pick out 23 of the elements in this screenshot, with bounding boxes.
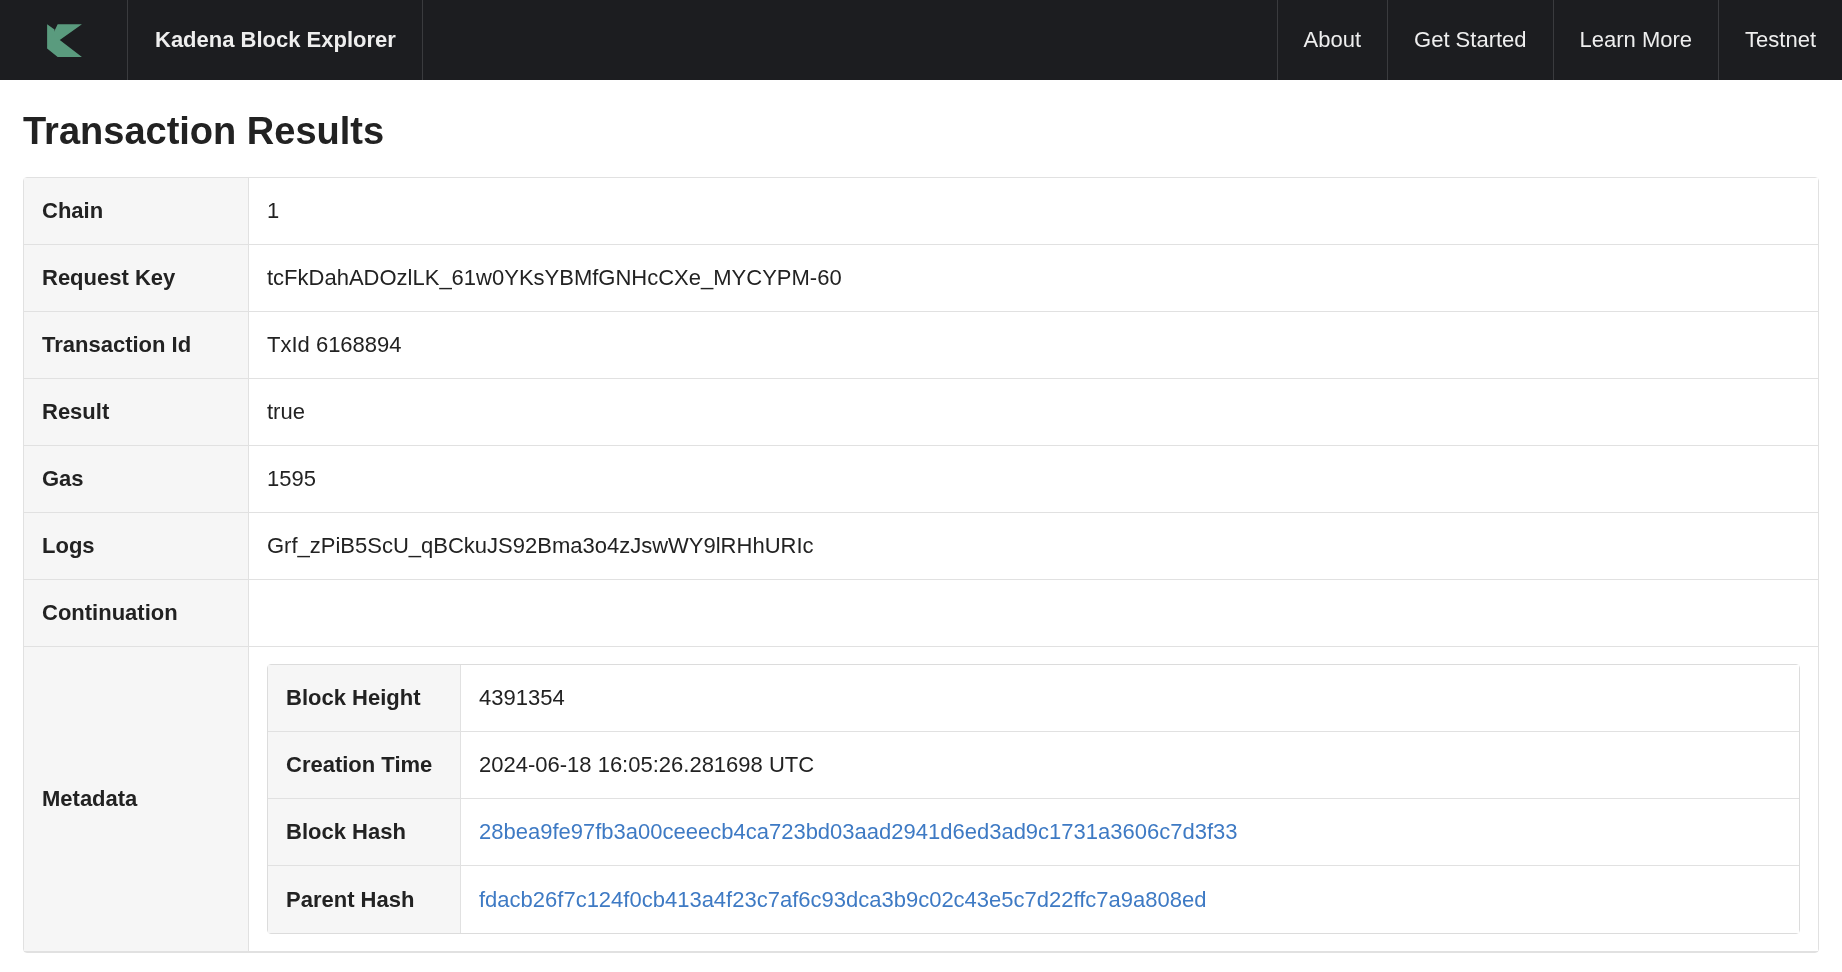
table-header-cell: Logs bbox=[24, 513, 249, 580]
table-cell: 1 bbox=[249, 178, 1818, 245]
table-header-cell: Transaction Id bbox=[24, 312, 249, 379]
hash-link[interactable]: 28bea9fe97fb3a00ceeecb4ca723bd03aad2941d6ed3ad9c1731a3606c7d3f33 bbox=[479, 819, 1238, 844]
table-header-cell: Metadata bbox=[24, 647, 249, 952]
table-header-cell: Chain bbox=[24, 178, 249, 245]
table-header-cell: Result bbox=[24, 379, 249, 446]
table-header-cell: Parent Hash bbox=[268, 866, 461, 933]
logo-icon[interactable] bbox=[44, 21, 83, 59]
table-header-cell: Block Hash bbox=[268, 799, 461, 866]
nav-link[interactable]: Learn More bbox=[1552, 0, 1719, 80]
page-title: Transaction Results bbox=[23, 110, 386, 153]
table-cell: 4391354 bbox=[461, 665, 1799, 732]
table-header-cell: Creation Time bbox=[268, 732, 461, 799]
nav-link[interactable]: Get Started bbox=[1387, 0, 1553, 80]
nav-link[interactable]: Testnet bbox=[1718, 0, 1842, 80]
table-header-cell: Continuation bbox=[24, 580, 249, 647]
table-header-cell: Gas bbox=[24, 446, 249, 513]
table-header-cell: Request Key bbox=[24, 245, 249, 312]
nav-link[interactable]: About bbox=[1276, 0, 1388, 80]
hash-link[interactable]: fdacb26f7c124f0cb413a4f23c7af6c93dca3b9c02c43e5c7d22ffc7a9a808ed bbox=[479, 886, 1207, 912]
table-header-cell: Block Height bbox=[268, 665, 461, 732]
brand-link[interactable]: Kadena Block Explorer bbox=[128, 0, 423, 80]
